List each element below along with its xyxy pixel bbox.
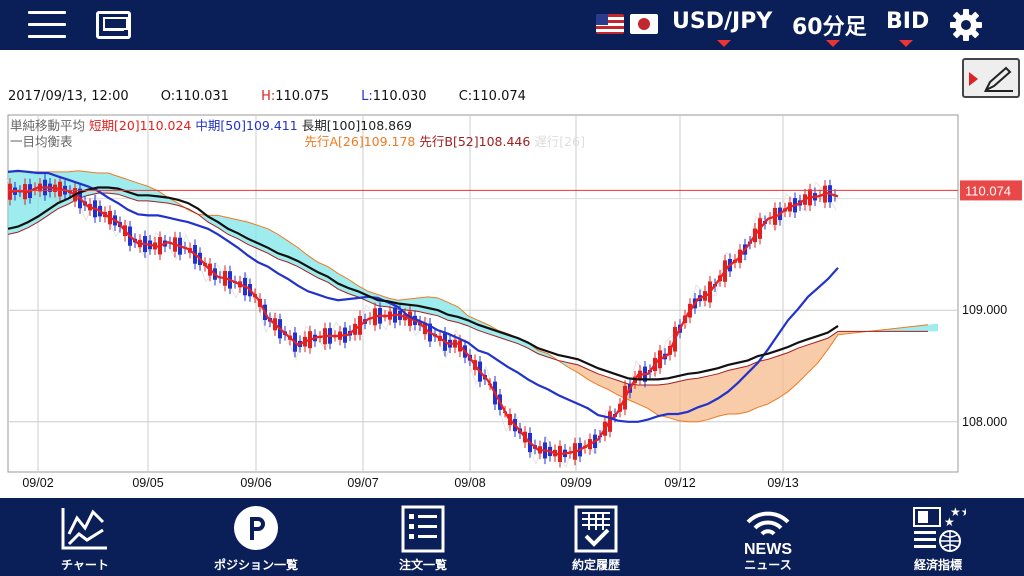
nav-history[interactable]: 約定履歴 bbox=[546, 498, 646, 576]
ichimoku-title: 一目均衡表 bbox=[10, 134, 73, 149]
pair-dropdown-icon[interactable] bbox=[717, 40, 731, 47]
nav-positions-label: ポジション一覧 bbox=[213, 558, 298, 572]
position-icon bbox=[234, 506, 278, 550]
x-tick-label: 09/12 bbox=[664, 476, 695, 490]
nav-news-label: ニュース bbox=[744, 558, 792, 572]
history-icon bbox=[574, 505, 618, 553]
span-a-label: 先行A[26]109.178 bbox=[304, 134, 416, 149]
plot-frame bbox=[7, 114, 959, 473]
x-tick-label: 09/13 bbox=[767, 476, 798, 490]
lagging-label: 遅行[26] bbox=[534, 134, 585, 149]
quote-open: O:110.031 bbox=[160, 89, 229, 104]
high-prefix: H: bbox=[261, 89, 276, 104]
settings-gear-icon[interactable] bbox=[949, 8, 983, 42]
bottom-nav: チャート ポジション一覧 注文一覧 約定履歴 NEWS ニュース ★ ★ 経済指… bbox=[0, 498, 1024, 576]
timeframe-dropdown-icon[interactable] bbox=[826, 40, 840, 47]
price-chart[interactable]: 09/02 09/05 09/06 09/07 09/08 09/09 09/12 09/13… bbox=[0, 110, 1024, 498]
cloud-segment bbox=[778, 352, 788, 399]
quote-low: L:110.030 bbox=[361, 89, 426, 104]
cloud-segment bbox=[708, 373, 718, 420]
svg-text:★: ★ bbox=[944, 515, 955, 529]
current-price-label: 110.074 bbox=[965, 183, 1011, 198]
bid-ask-selector[interactable]: BID bbox=[886, 9, 929, 34]
chart-area[interactable]: 09/02 09/05 09/06 09/07 09/08 09/09 09/12 09/13… bbox=[0, 110, 1024, 498]
ohlc-readout: 2017/09/13, 12:00 O:110.031 H:110.075 L:… bbox=[8, 89, 554, 104]
expand-arrow-icon bbox=[969, 72, 978, 86]
news-icon: NEWS bbox=[744, 511, 792, 556]
nav-orders[interactable]: 注文一覧 bbox=[373, 498, 473, 576]
cloud-segment bbox=[928, 323, 938, 332]
nav-chart[interactable]: チャート bbox=[35, 498, 135, 576]
x-tick-label: 09/08 bbox=[454, 476, 485, 490]
nav-economic[interactable]: ★★ ★ 経済指標 bbox=[888, 498, 988, 576]
nav-history-label: 約定履歴 bbox=[571, 558, 620, 572]
cloud-segment bbox=[428, 296, 438, 316]
low-value: 110.030 bbox=[372, 89, 427, 104]
drawing-tool-button[interactable] bbox=[962, 58, 1020, 98]
y-tick-label: 108.000 bbox=[962, 415, 1007, 429]
x-tick-label: 09/02 bbox=[22, 476, 53, 490]
span-b-label: 先行B[52]108.446 bbox=[419, 134, 531, 149]
news-icon-text: NEWS bbox=[744, 541, 792, 556]
x-tick-label: 09/09 bbox=[560, 476, 591, 490]
x-tick-label: 09/06 bbox=[240, 476, 271, 490]
x-tick-label: 09/07 bbox=[347, 476, 378, 490]
order-icon bbox=[401, 505, 445, 553]
japan-flag-icon bbox=[630, 14, 658, 34]
nav-orders-label: 注文一覧 bbox=[398, 558, 447, 572]
cloud-segment bbox=[758, 359, 768, 408]
low-prefix: L: bbox=[361, 89, 373, 104]
chart-icon bbox=[61, 508, 107, 550]
timeframe-selector[interactable]: 60分足 bbox=[792, 9, 867, 41]
quote-high: H:110.075 bbox=[261, 89, 329, 104]
quote-datetime: 2017/09/13, 12:00 bbox=[8, 89, 129, 104]
top-bar: USD/JPY 60分足 BID bbox=[0, 0, 1024, 50]
high-value: 110.075 bbox=[275, 89, 330, 104]
cloud-segment bbox=[698, 376, 708, 422]
nav-economic-label: 経済指標 bbox=[913, 558, 962, 572]
ichimoku-legend: 一目均衡表 先行A[26]109.178 先行B[52]108.446 遅行[2… bbox=[10, 131, 585, 150]
nav-positions[interactable]: ポジション一覧 bbox=[206, 498, 306, 576]
cloud-segment bbox=[678, 379, 688, 422]
quote-close: C:110.074 bbox=[458, 89, 526, 104]
cloud-segment bbox=[658, 383, 668, 418]
x-tick-label: 09/05 bbox=[132, 476, 163, 490]
economic-icon: ★★ ★ bbox=[913, 505, 966, 552]
currency-pair-selector[interactable]: USD/JPY bbox=[672, 9, 772, 34]
cloud-segment bbox=[688, 378, 698, 422]
y-tick-label: 109.000 bbox=[962, 303, 1007, 317]
nav-news[interactable]: NEWS ニュース bbox=[718, 498, 818, 576]
nav-chart-label: チャート bbox=[61, 558, 109, 572]
cloud-segment bbox=[768, 355, 778, 404]
pen-icon bbox=[983, 66, 1013, 93]
layout-toggle-icon[interactable] bbox=[96, 11, 131, 39]
hamburger-menu-icon[interactable] bbox=[28, 11, 66, 39]
us-flag-icon bbox=[596, 14, 624, 34]
cloud-segment bbox=[88, 171, 98, 196]
side-dropdown-icon[interactable] bbox=[899, 40, 913, 47]
